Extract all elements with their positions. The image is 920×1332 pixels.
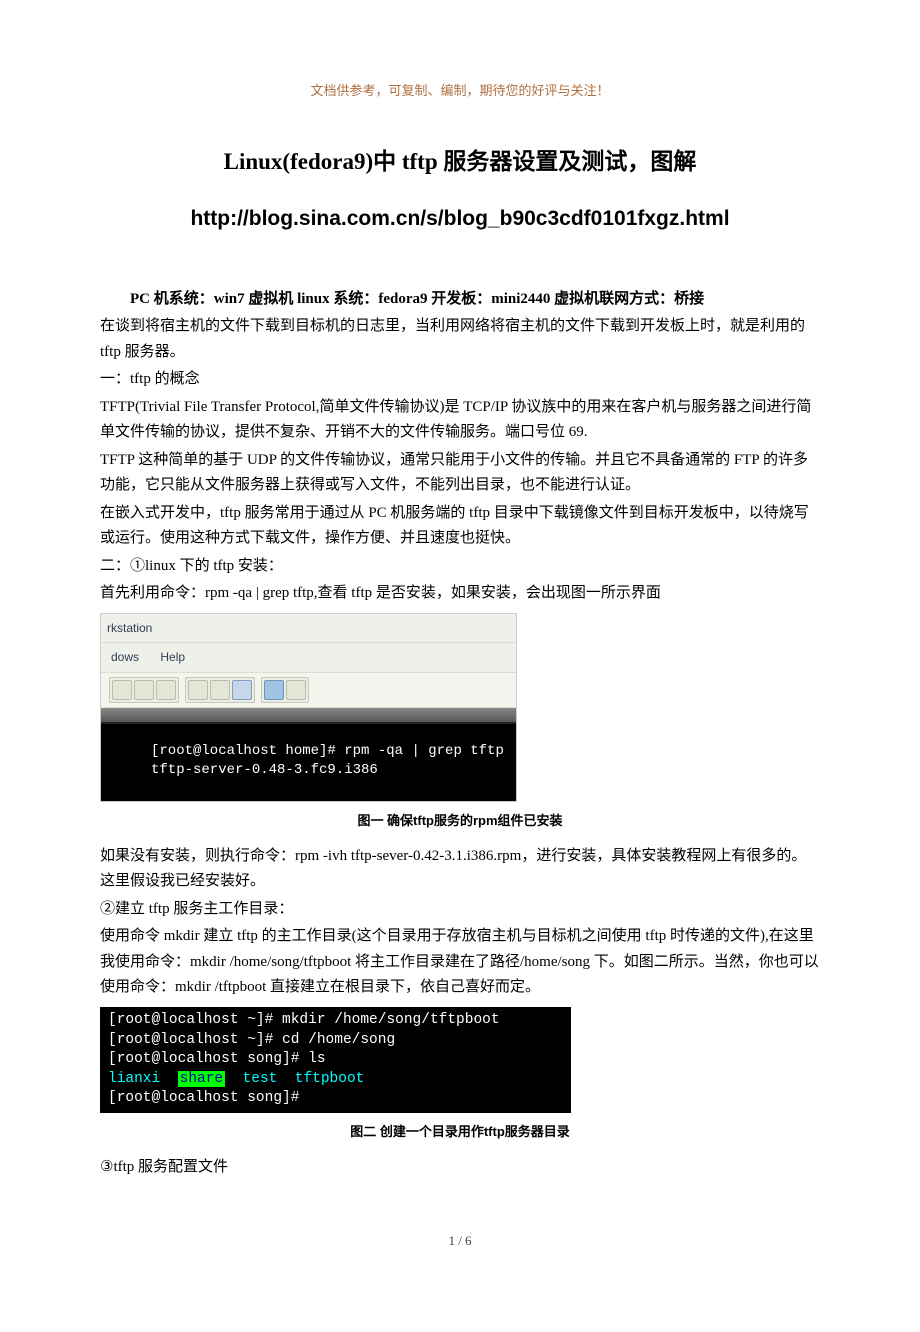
toolbar-button-icon[interactable] [286, 680, 306, 700]
page-subtitle-url: http://blog.sina.com.cn/s/blog_b90c3cdf0… [100, 201, 820, 237]
toolbar-button-icon[interactable] [156, 680, 176, 700]
page-title: Linux(fedora9)中 tftp 服务器设置及测试，图解 [100, 142, 820, 181]
paragraph: TFTP(Trivial File Transfer Protocol,简单文件… [100, 395, 820, 446]
section-heading-2: 二：①linux 下的 tftp 安装： [100, 554, 820, 580]
toolbar-group [261, 677, 309, 703]
figure-2: [root@localhost ~]# mkdir /home/song/tft… [100, 1007, 820, 1143]
terminal-dir: lianxi [108, 1071, 178, 1087]
terminal-line: tftp-server-0.48-3.fc9.i386 [151, 762, 378, 778]
paragraph: 如果没有安装，则执行命令：rpm -ivh tftp-sever-0.42-3.… [100, 844, 820, 895]
terminal-dir: test tftpboot [225, 1071, 364, 1087]
toolbar-button-icon[interactable] [112, 680, 132, 700]
paragraph: 在嵌入式开发中，tftp 服务常用于通过从 PC 机服务端的 tftp 目录中下… [100, 501, 820, 552]
terminal-line: [root@localhost song]# ls [108, 1051, 326, 1067]
toolbar-button-icon[interactable] [188, 680, 208, 700]
paragraph: 在谈到将宿主机的文件下载到目标机的日志里，当利用网络将宿主机的文件下载到开发板上… [100, 314, 820, 365]
figure-1: rkstation dows Help [100, 613, 820, 832]
toolbar-group [185, 677, 255, 703]
step-heading: ②建立 tftp 服务主工作目录： [100, 897, 820, 923]
menu-item-help[interactable]: Help [160, 650, 185, 664]
menu-item-dows[interactable]: dows [111, 650, 139, 664]
fig1-window: rkstation dows Help [100, 613, 517, 802]
terminal-highlight: share [178, 1071, 226, 1087]
toolbar-button-icon[interactable] [210, 680, 230, 700]
figure-1-caption: 图一 确保tftp服务的rpm组件已安装 [100, 810, 820, 832]
section-heading-1: 一：tftp 的概念 [100, 367, 820, 393]
fig1-title-fragment: rkstation [101, 614, 516, 643]
terminal-line: [root@localhost home]# rpm -qa | grep tf… [151, 743, 504, 759]
figure-2-caption: 图二 创建一个目录用作tftp服务器目录 [100, 1121, 820, 1143]
fig1-shade-bar [101, 708, 516, 723]
toolbar-group [109, 677, 179, 703]
terminal-line: [root@localhost ~]# cd /home/song [108, 1032, 395, 1048]
paragraph: 首先利用命令：rpm -qa | grep tftp,查看 tftp 是否安装，… [100, 581, 820, 607]
step-heading: ③tftp 服务配置文件 [100, 1155, 820, 1181]
toolbar-button-icon[interactable] [264, 680, 284, 700]
paragraph: 使用命令 mkdir 建立 tftp 的主工作目录(这个目录用于存放宿主机与目标… [100, 924, 820, 1001]
header-note: 文档供参考，可复制、编制，期待您的好评与关注！ [100, 80, 820, 102]
page: 文档供参考，可复制、编制，期待您的好评与关注！ Linux(fedora9)中 … [0, 0, 920, 1332]
toolbar-button-icon[interactable] [134, 680, 154, 700]
fig1-toolbar [101, 673, 516, 708]
fig1-menubar: dows Help [101, 643, 516, 672]
fig2-terminal: [root@localhost ~]# mkdir /home/song/tft… [100, 1007, 571, 1113]
toolbar-button-icon[interactable] [232, 680, 252, 700]
system-info-line: PC 机系统：win7 虚拟机 linux 系统：fedora9 开发板：min… [100, 287, 820, 313]
terminal-line: [root@localhost ~]# mkdir /home/song/tft… [108, 1012, 500, 1028]
paragraph: TFTP 这种简单的基于 UDP 的文件传输协议，通常只能用于小文件的传输。并且… [100, 448, 820, 499]
fig1-terminal: [root@localhost home]# rpm -qa | grep tf… [101, 723, 516, 801]
page-footer: 1 / 6 [100, 1230, 820, 1252]
terminal-line: [root@localhost song]# [108, 1090, 299, 1106]
